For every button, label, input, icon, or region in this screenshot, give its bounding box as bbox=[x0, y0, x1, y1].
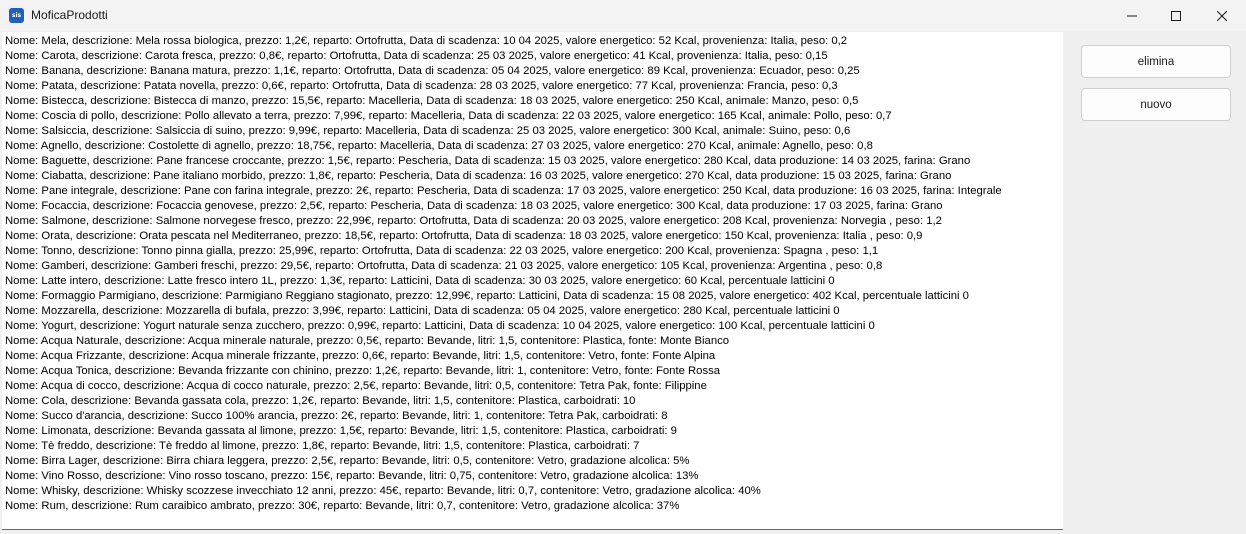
list-item[interactable]: Nome: Whisky, descrizione: Whisky scozze… bbox=[5, 484, 761, 499]
list-item[interactable]: Nome: Yogurt, descrizione: Yogurt natura… bbox=[5, 319, 875, 334]
list-item[interactable]: Nome: Vino Rosso, descrizione: Vino ross… bbox=[5, 469, 698, 484]
product-listbox[interactable]: Nome: Mela, descrizione: Mela rossa biol… bbox=[2, 32, 1063, 530]
app-window: sis MoficaProdotti Nome: Mela, descrizio… bbox=[0, 0, 1246, 534]
list-item[interactable]: Nome: Acqua di cocco, descrizione: Acqua… bbox=[5, 379, 707, 394]
list-item[interactable]: Nome: Acqua Tonica, descrizione: Bevanda… bbox=[5, 364, 720, 379]
list-item[interactable]: Nome: Cola, descrizione: Bevanda gassata… bbox=[5, 394, 635, 409]
list-item[interactable]: Nome: Salmone, descrizione: Salmone norv… bbox=[5, 214, 942, 229]
list-item[interactable]: Nome: Mela, descrizione: Mela rossa biol… bbox=[5, 34, 847, 49]
list-item[interactable]: Nome: Birra Lager, descrizione: Birra ch… bbox=[5, 454, 689, 469]
list-item[interactable]: Nome: Ciabatta, descrizione: Pane italia… bbox=[5, 169, 951, 184]
list-item[interactable]: Nome: Acqua Frizzante, descrizione: Acqu… bbox=[5, 349, 715, 364]
minimize-button[interactable] bbox=[1109, 0, 1155, 31]
maximize-icon bbox=[1171, 10, 1181, 21]
window-title: MoficaProdotti bbox=[31, 8, 108, 22]
list-item[interactable]: Nome: Mozzarella, descrizione: Mozzarell… bbox=[5, 304, 840, 319]
list-item[interactable]: Nome: Carota, descrizione: Carota fresca… bbox=[5, 49, 828, 64]
list-item[interactable]: Nome: Baguette, descrizione: Pane france… bbox=[5, 154, 970, 169]
list-item[interactable]: Nome: Acqua Naturale, descrizione: Acqua… bbox=[5, 334, 729, 349]
list-item[interactable]: Nome: Orata, descrizione: Orata pescata … bbox=[5, 229, 922, 244]
elimina-button[interactable]: elimina bbox=[1081, 45, 1231, 78]
list-item[interactable]: Nome: Succo d'arancia, descrizione: Succ… bbox=[5, 409, 668, 424]
nuovo-button[interactable]: nuovo bbox=[1081, 88, 1231, 121]
close-icon bbox=[1217, 10, 1227, 21]
close-button[interactable] bbox=[1199, 0, 1245, 31]
app-logo-icon: sis bbox=[9, 8, 24, 23]
list-item[interactable]: Nome: Latte intero, descrizione: Latte f… bbox=[5, 274, 835, 289]
list-item[interactable]: Nome: Rum, descrizione: Rum caraibico am… bbox=[5, 499, 679, 514]
list-item[interactable]: Nome: Agnello, descrizione: Costolette d… bbox=[5, 139, 873, 154]
list-item[interactable]: Nome: Limonata, descrizione: Bevanda gas… bbox=[5, 424, 677, 439]
list-item[interactable]: Nome: Coscia di pollo, descrizione: Poll… bbox=[5, 109, 892, 124]
list-item[interactable]: Nome: Patata, descrizione: Patata novell… bbox=[5, 79, 838, 94]
list-item[interactable]: Nome: Salsiccia, descrizione: Salsiccia … bbox=[5, 124, 850, 139]
list-item[interactable]: Nome: Tè freddo, descrizione: Tè freddo … bbox=[5, 439, 639, 454]
list-item[interactable]: Nome: Bistecca, descrizione: Bistecca di… bbox=[5, 94, 858, 109]
maximize-button[interactable] bbox=[1153, 0, 1199, 31]
list-item[interactable]: Nome: Gamberi, descrizione: Gamberi fres… bbox=[5, 259, 882, 274]
list-item[interactable]: Nome: Formaggio Parmigiano, descrizione:… bbox=[5, 289, 969, 304]
list-item[interactable]: Nome: Tonno, descrizione: Tonno pinna gi… bbox=[5, 244, 878, 259]
list-item[interactable]: Nome: Banana, descrizione: Banana matura… bbox=[5, 64, 860, 79]
title-bar[interactable]: sis MoficaProdotti bbox=[0, 0, 1246, 31]
list-item[interactable]: Nome: Focaccia, descrizione: Focaccia ge… bbox=[5, 199, 943, 214]
minimize-icon bbox=[1127, 15, 1137, 16]
list-item[interactable]: Nome: Pane integrale, descrizione: Pane … bbox=[5, 184, 1002, 199]
